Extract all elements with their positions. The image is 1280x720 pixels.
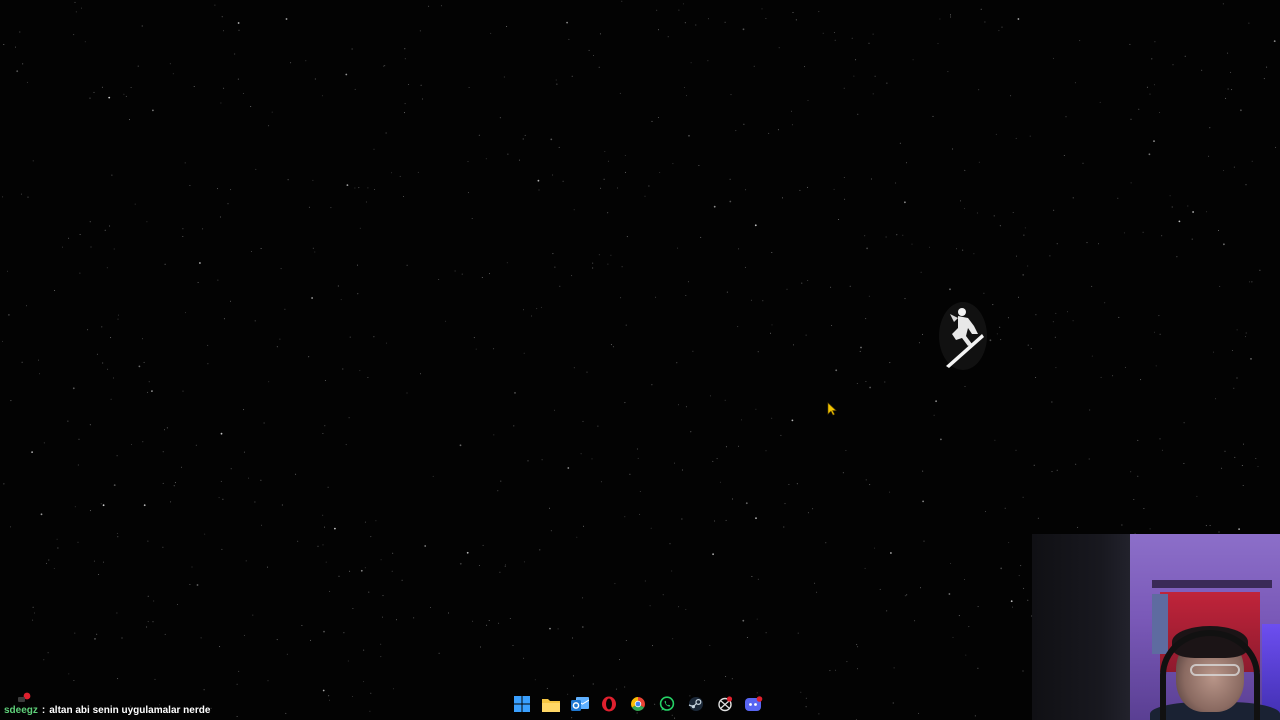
taskbar xyxy=(510,692,765,716)
chat-separator: : xyxy=(41,704,46,716)
file-explorer-icon[interactable] xyxy=(539,693,562,716)
streamer-webcam xyxy=(1032,534,1280,720)
opera-browser-icon[interactable] xyxy=(597,693,620,716)
silver-surfer-figure xyxy=(939,302,987,370)
chat-username: sdeegz xyxy=(4,704,38,716)
windows-start-icon[interactable] xyxy=(510,693,533,716)
steam-icon[interactable] xyxy=(684,693,707,716)
chat-message: sdeegz : altan abi senin uygulamalar ner… xyxy=(4,702,210,718)
chat-badge-icon xyxy=(18,692,31,702)
mouse-cursor-icon xyxy=(827,402,837,416)
chrome-browser-icon[interactable] xyxy=(626,693,649,716)
outlook-mail-icon[interactable] xyxy=(568,693,591,716)
ring-app-icon[interactable] xyxy=(713,693,736,716)
desktop[interactable]: sdeegz : altan abi senin uygulamalar ner… xyxy=(0,0,1280,720)
discord-icon[interactable] xyxy=(742,693,765,716)
whatsapp-icon[interactable] xyxy=(655,693,678,716)
chat-message-text: altan abi senin uygulamalar nerde xyxy=(49,704,211,716)
